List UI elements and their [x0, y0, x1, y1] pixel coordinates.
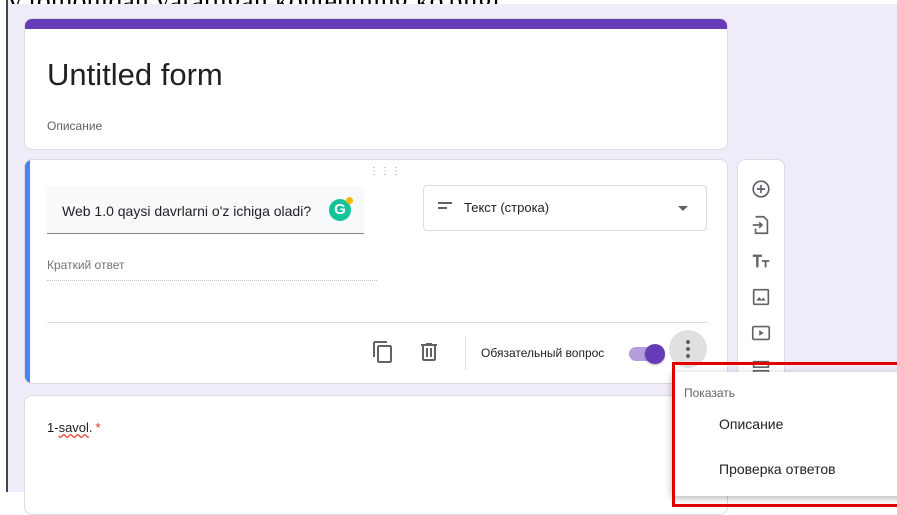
dropdown-caret-icon — [678, 206, 688, 211]
question-card-active[interactable]: ⋮⋮⋮ Web 1.0 qaysi davrlarni o'z ichiga o… — [24, 159, 728, 384]
active-question-indicator — [25, 160, 30, 383]
floating-toolbar — [737, 159, 785, 384]
footer-separator — [465, 336, 466, 370]
title-card-accent — [25, 19, 727, 29]
short-answer-type-icon — [438, 202, 452, 212]
form-description-field[interactable]: Описание — [47, 119, 102, 133]
import-questions-icon[interactable] — [750, 214, 772, 236]
add-image-icon[interactable] — [750, 286, 772, 308]
form-editor-canvas: Untitled form Описание ⋮⋮⋮ Web 1.0 qaysi… — [8, 4, 897, 515]
add-video-icon[interactable] — [750, 322, 772, 344]
form-title-card: Untitled form Описание — [24, 18, 728, 150]
delete-icon[interactable] — [417, 340, 441, 364]
form-title[interactable]: Untitled form — [47, 57, 223, 93]
question-card-2[interactable]: 1-savol. * — [24, 395, 728, 515]
question-2-word: savol — [58, 420, 89, 435]
question-2-title[interactable]: 1-savol. * — [47, 420, 101, 435]
question-title-text: Web 1.0 qaysi davrlarni o'z ichiga oladi… — [62, 203, 312, 219]
more-options-button[interactable] — [669, 330, 707, 368]
drag-handle-icon[interactable]: ⋮⋮⋮ — [369, 166, 402, 177]
more-options-menu: Показать Описание Проверка ответов — [672, 372, 897, 496]
grammarly-badge — [346, 197, 353, 204]
required-asterisk: * — [95, 420, 101, 435]
question-type-select[interactable]: Текст (строка) — [423, 185, 707, 231]
question-title-input[interactable]: Web 1.0 qaysi davrlarni o'z ichiga oladi… — [47, 186, 364, 234]
duplicate-icon[interactable] — [371, 340, 395, 364]
question-2-number: 1- — [47, 420, 59, 435]
required-toggle-thumb[interactable] — [645, 344, 665, 364]
question-2-suffix: . — [88, 420, 93, 435]
menu-item-response-validation[interactable]: Проверка ответов — [719, 461, 836, 477]
question-type-label: Текст (строка) — [464, 200, 550, 215]
add-question-icon[interactable] — [750, 178, 772, 200]
menu-item-description[interactable]: Описание — [719, 416, 783, 432]
menu-header-show: Показать — [684, 386, 736, 400]
add-title-icon[interactable] — [750, 250, 772, 272]
required-toggle-label: Обязательный вопрос — [481, 346, 605, 360]
question-footer-divider — [47, 322, 707, 323]
short-answer-placeholder: Краткий ответ — [47, 258, 377, 281]
